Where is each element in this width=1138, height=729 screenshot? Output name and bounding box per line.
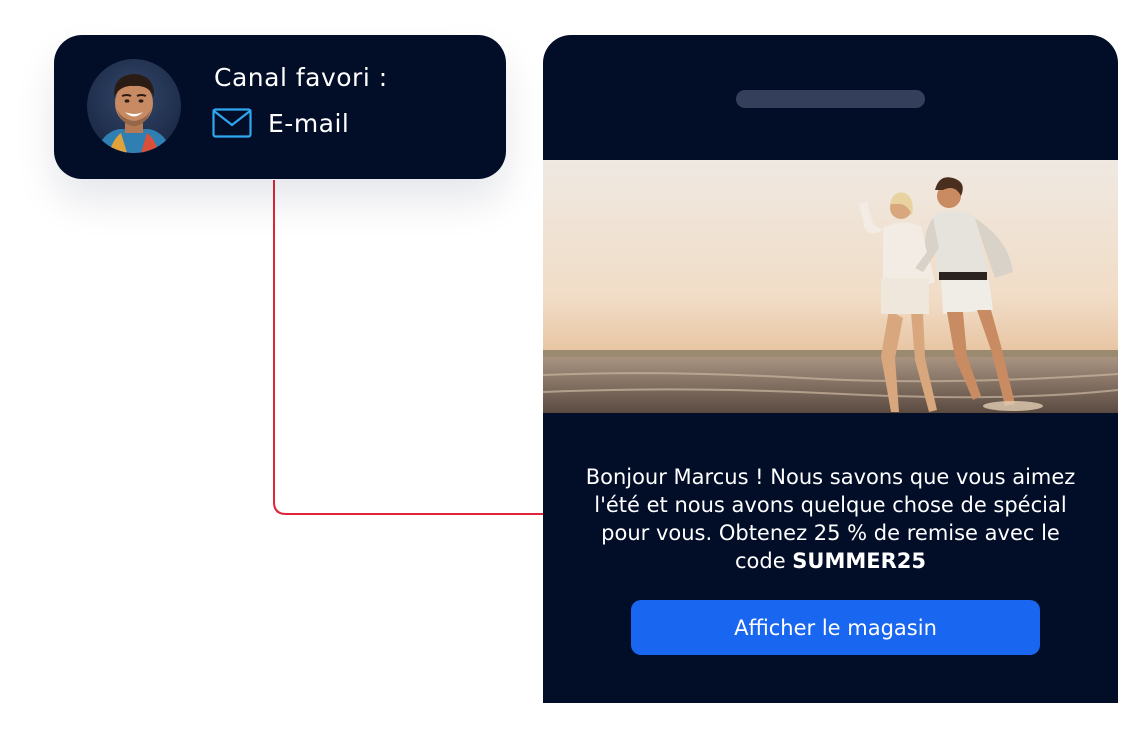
view-store-button[interactable]: Afficher le magasin xyxy=(631,600,1040,655)
avatar xyxy=(87,59,181,153)
stage: Canal favori : E-mail Bonjour Marcus ! N… xyxy=(0,0,1138,729)
email-message: Bonjour Marcus ! Nous savons que vous ai… xyxy=(583,463,1078,575)
mail-icon xyxy=(212,108,252,138)
favorite-channel-label: Canal favori : xyxy=(214,63,388,92)
favorite-channel-value: E-mail xyxy=(268,108,350,138)
profile-card: Canal favori : E-mail xyxy=(54,35,506,179)
hero-image xyxy=(543,160,1118,413)
promo-code: SUMMER25 xyxy=(792,549,927,573)
phone-notch-bar xyxy=(736,90,925,108)
favorite-channel: E-mail xyxy=(212,108,349,138)
email-preview-phone: Bonjour Marcus ! Nous savons que vous ai… xyxy=(543,35,1118,703)
